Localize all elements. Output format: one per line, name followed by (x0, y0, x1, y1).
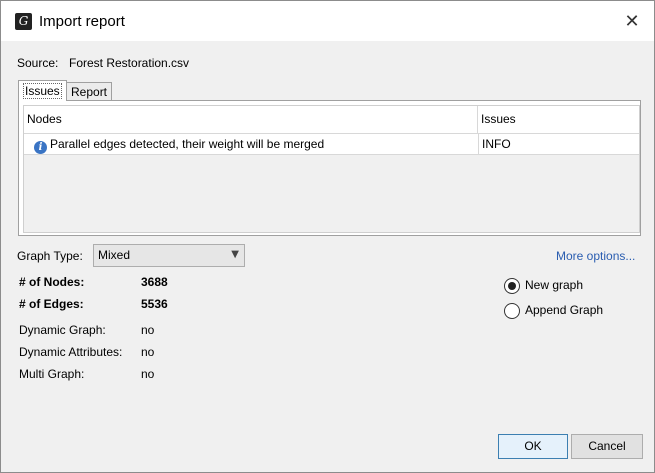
table-header: Nodes Issues (24, 106, 639, 134)
title-bar: G Import report ✕ (1, 1, 654, 41)
node-cell: i Parallel edges detected, their weight w… (34, 134, 474, 154)
node-cell-text: Parallel edges detected, their weight wi… (50, 137, 325, 151)
edges-value: 5536 (141, 297, 168, 311)
dynamic-graph-label: Dynamic Graph: (19, 323, 106, 337)
dynamic-graph-value: no (141, 323, 155, 337)
info-icon: i (34, 141, 47, 154)
window-title: Import report (39, 13, 125, 30)
issue-cell: INFO (478, 134, 642, 154)
issues-table: Nodes Issues i Parallel edges detected, t… (23, 105, 640, 233)
source-value: Forest Restoration.csv (69, 56, 190, 70)
nodes-value: 3688 (141, 275, 168, 289)
dynamic-attributes-value: no (141, 345, 155, 359)
cancel-button[interactable]: Cancel (571, 434, 643, 459)
table-row[interactable]: i Parallel edges detected, their weight w… (24, 134, 639, 155)
new-graph-label: New graph (525, 278, 584, 292)
radio-circle (504, 303, 520, 319)
chevron-down-icon: ▼ (231, 249, 239, 260)
graph-type-value: Mixed (98, 248, 131, 262)
more-options-link[interactable]: More options... (556, 249, 635, 263)
tab-issues-label: Issues (23, 83, 62, 99)
tab-report[interactable]: Report (66, 82, 113, 101)
import-report-dialog: G Import report ✕ Source: Forest Restora… (0, 0, 655, 473)
edges-label: # of Edges: (19, 297, 84, 311)
graph-type-label: Graph Type: (17, 249, 83, 263)
app-logo-icon: G (15, 13, 32, 30)
graph-type-select[interactable]: Mixed ▼ (93, 244, 245, 267)
multi-graph-value: no (141, 367, 155, 381)
column-header-nodes[interactable]: Nodes (24, 106, 478, 133)
multi-graph-label: Multi Graph: (19, 367, 85, 381)
tab-issues[interactable]: Issues (18, 80, 67, 101)
issues-panel: Nodes Issues i Parallel edges detected, t… (18, 100, 641, 236)
source-label: Source: (17, 56, 59, 70)
nodes-label: # of Nodes: (19, 275, 85, 289)
dynamic-attributes-label: Dynamic Attributes: (19, 345, 123, 359)
close-icon[interactable]: ✕ (618, 9, 646, 35)
column-header-issues[interactable]: Issues (478, 106, 631, 133)
radio-selected-dot (508, 282, 516, 290)
radio-circle (504, 278, 520, 294)
ok-button[interactable]: OK (498, 434, 568, 459)
append-graph-label: Append Graph (525, 303, 604, 317)
